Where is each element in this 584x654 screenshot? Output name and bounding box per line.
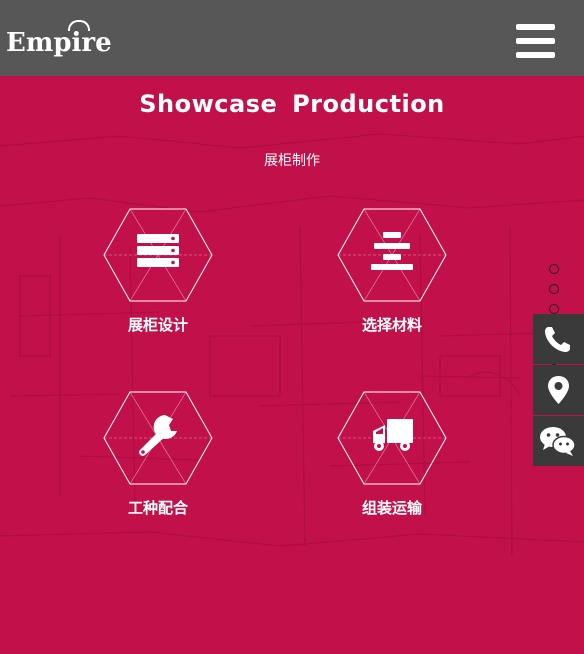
- wechat-icon: [540, 427, 576, 456]
- feature-showcase-design[interactable]: 展柜设计: [103, 208, 213, 338]
- truck-icon: [373, 419, 413, 451]
- wrench-icon: [139, 415, 177, 456]
- header-bar: Empi re: [0, 0, 584, 76]
- feature-trade-coordination[interactable]: 工种配合: [103, 391, 213, 521]
- feature-label: 选择材料: [361, 316, 422, 334]
- pagination-dot-3[interactable]: [549, 304, 559, 314]
- phone-icon: [545, 327, 570, 352]
- hamburger-menu-icon[interactable]: [516, 24, 555, 58]
- location-button[interactable]: [533, 365, 584, 415]
- feature-label: 组装运输: [361, 499, 422, 517]
- feature-label: 工种配合: [127, 499, 188, 517]
- feature-label: 展柜设计: [127, 316, 188, 334]
- pagination-dot-2[interactable]: [549, 284, 559, 294]
- feature-material-selection[interactable]: 选择材料: [337, 208, 447, 338]
- map-marker-icon: [548, 376, 569, 404]
- feature-assembly-transport[interactable]: 组装运输: [337, 391, 447, 521]
- showcase-section: Showcase Production 展柜制作 展柜设计 选择材料 工种配合 …: [0, 76, 584, 654]
- section-subtitle: 展柜制作: [264, 153, 320, 169]
- phone-button[interactable]: [533, 314, 584, 364]
- section-title: Showcase Production: [139, 90, 445, 118]
- logo-text: Empi re: [6, 20, 112, 58]
- server-stack-icon: [137, 234, 179, 267]
- pagination-dot-1[interactable]: [549, 264, 559, 274]
- wechat-button[interactable]: [533, 416, 584, 466]
- align-center-icon: [371, 232, 413, 270]
- logo[interactable]: Empi re: [6, 20, 112, 58]
